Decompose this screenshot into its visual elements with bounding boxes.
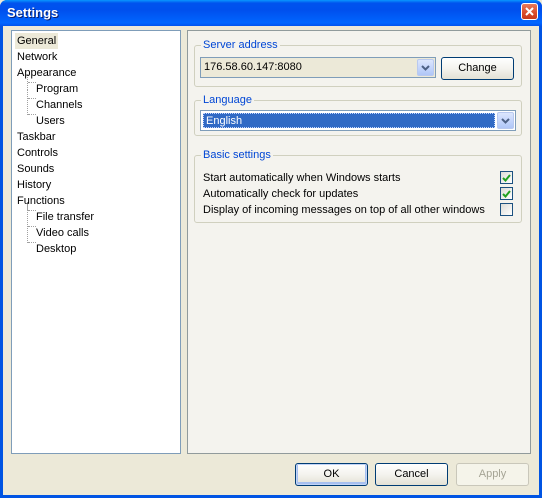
close-button[interactable] — [521, 3, 538, 20]
ok-button[interactable]: OK — [295, 463, 368, 486]
tree-item-users[interactable]: Users — [34, 113, 67, 129]
check-updates-label: Automatically check for updates — [203, 188, 359, 200]
autostart-label: Start automatically when Windows starts — [203, 172, 401, 184]
tree-item-controls[interactable]: Controls — [15, 145, 60, 161]
chevron-down-icon — [421, 64, 430, 71]
settings-window: Settings General Network Appearance Prog… — [0, 0, 542, 498]
change-server-button[interactable]: Change — [441, 57, 514, 80]
tree-item-network[interactable]: Network — [15, 49, 59, 65]
server-address-value: 176.58.60.147:8080 — [204, 61, 302, 73]
server-address-dropdown-button[interactable] — [417, 59, 434, 76]
messages-on-top-option[interactable]: Display of incoming messages on top of a… — [203, 202, 513, 218]
tree-item-channels[interactable]: Channels — [34, 97, 84, 113]
checkmark-icon — [502, 173, 511, 182]
check-updates-checkbox[interactable] — [500, 187, 513, 200]
tree-item-program[interactable]: Program — [34, 81, 80, 97]
close-icon — [525, 7, 534, 16]
tree-item-file-transfer[interactable]: File transfer — [34, 209, 96, 225]
server-address-combobox[interactable]: 176.58.60.147:8080 — [200, 57, 436, 78]
language-dropdown-button[interactable] — [497, 112, 514, 129]
messages-on-top-checkbox[interactable] — [500, 203, 513, 216]
autostart-option[interactable]: Start automatically when Windows starts — [203, 170, 513, 186]
check-updates-option[interactable]: Automatically check for updates — [203, 186, 513, 202]
language-group: Language English — [194, 93, 522, 136]
dialog-client-area: General Network Appearance Program Chann… — [3, 26, 539, 495]
tree-item-sounds[interactable]: Sounds — [15, 161, 56, 177]
basic-settings-legend: Basic settings — [201, 148, 273, 162]
tree-item-video-calls[interactable]: Video calls — [34, 225, 91, 241]
tree-connector — [27, 90, 28, 115]
settings-panel: Server address 176.58.60.147:8080 Change… — [187, 30, 531, 454]
chevron-down-icon — [501, 117, 510, 124]
apply-button[interactable]: Apply — [456, 463, 529, 486]
language-legend: Language — [201, 93, 254, 107]
tree-item-history[interactable]: History — [15, 177, 53, 193]
language-value: English — [203, 113, 495, 128]
language-combobox[interactable]: English — [200, 110, 516, 131]
tree-item-desktop[interactable]: Desktop — [34, 241, 78, 257]
title-bar[interactable]: Settings — [0, 0, 542, 26]
tree-item-taskbar[interactable]: Taskbar — [15, 129, 58, 145]
basic-settings-group: Basic settings Start automatically when … — [194, 148, 522, 223]
server-address-legend: Server address — [201, 38, 280, 52]
window-title: Settings — [7, 5, 59, 20]
settings-category-tree[interactable]: General Network Appearance Program Chann… — [11, 30, 181, 454]
server-address-group: Server address 176.58.60.147:8080 Change — [194, 38, 522, 87]
tree-item-functions[interactable]: Functions — [15, 193, 67, 209]
checkmark-icon — [502, 189, 511, 198]
autostart-checkbox[interactable] — [500, 171, 513, 184]
tree-item-appearance[interactable]: Appearance — [15, 65, 78, 81]
cancel-button[interactable]: Cancel — [375, 463, 448, 486]
messages-on-top-label: Display of incoming messages on top of a… — [203, 204, 485, 216]
tree-item-general[interactable]: General — [15, 33, 59, 49]
